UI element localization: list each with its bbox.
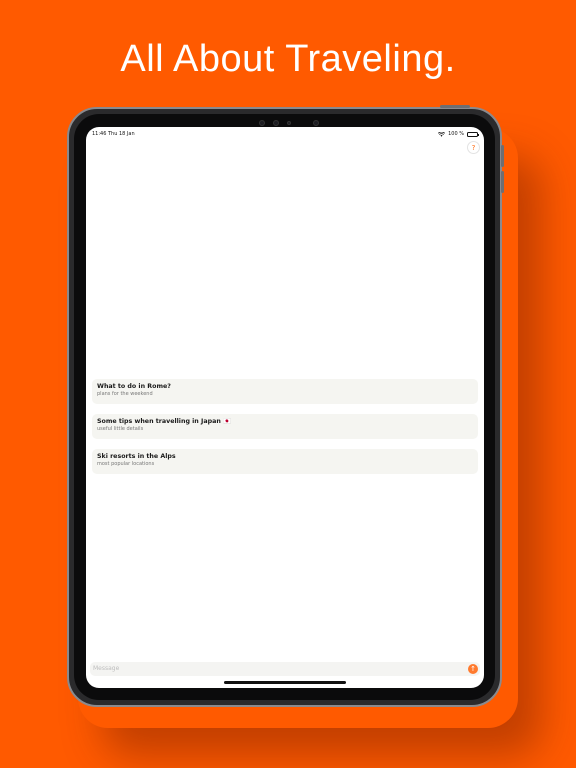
suggestion-card[interactable]: Ski resorts in the Alps most popular loc… xyxy=(92,449,478,474)
status-bar: 11:46 Thu 18 Jan 100 % xyxy=(86,127,484,139)
message-input[interactable]: Message ↑ xyxy=(90,662,480,676)
app-screen: 11:46 Thu 18 Jan 100 % ? What to do in R… xyxy=(86,127,484,688)
suggestion-title: Ski resorts in the Alps xyxy=(97,453,176,460)
home-indicator[interactable] xyxy=(224,681,346,684)
help-button[interactable]: ? xyxy=(467,141,480,154)
suggestion-title: What to do in Rome? xyxy=(97,383,171,390)
status-indicators: 100 % xyxy=(438,131,479,137)
suggestion-title: Some tips when travelling in Japan 🇯🇵 xyxy=(97,418,231,425)
suggestion-list: What to do in Rome? plans for the weeken… xyxy=(92,379,478,474)
marketing-headline: All About Traveling. xyxy=(120,38,456,80)
status-time: 11:46 xyxy=(92,131,107,137)
sensor-dot xyxy=(313,120,319,126)
volume-up-button xyxy=(501,145,504,167)
sensor-dot xyxy=(259,120,265,126)
status-date: Thu 18 Jan xyxy=(108,131,135,137)
volume-down-button xyxy=(501,171,504,193)
battery-percent: 100 % xyxy=(448,131,464,137)
wifi-icon xyxy=(438,131,446,137)
front-camera xyxy=(287,121,291,125)
arrow-up-icon[interactable]: ↑ xyxy=(468,664,478,674)
suggestion-subtitle: useful little details xyxy=(97,426,144,432)
suggestion-card[interactable]: What to do in Rome? plans for the weeken… xyxy=(92,379,478,404)
top-button xyxy=(440,105,470,108)
battery-icon xyxy=(467,131,479,137)
suggestion-subtitle: most popular locations xyxy=(97,461,155,467)
sensor-dot xyxy=(273,120,279,126)
message-placeholder: Message xyxy=(93,665,120,672)
suggestion-card[interactable]: Some tips when travelling in Japan 🇯🇵 us… xyxy=(92,414,478,439)
suggestion-subtitle: plans for the weekend xyxy=(97,391,153,397)
